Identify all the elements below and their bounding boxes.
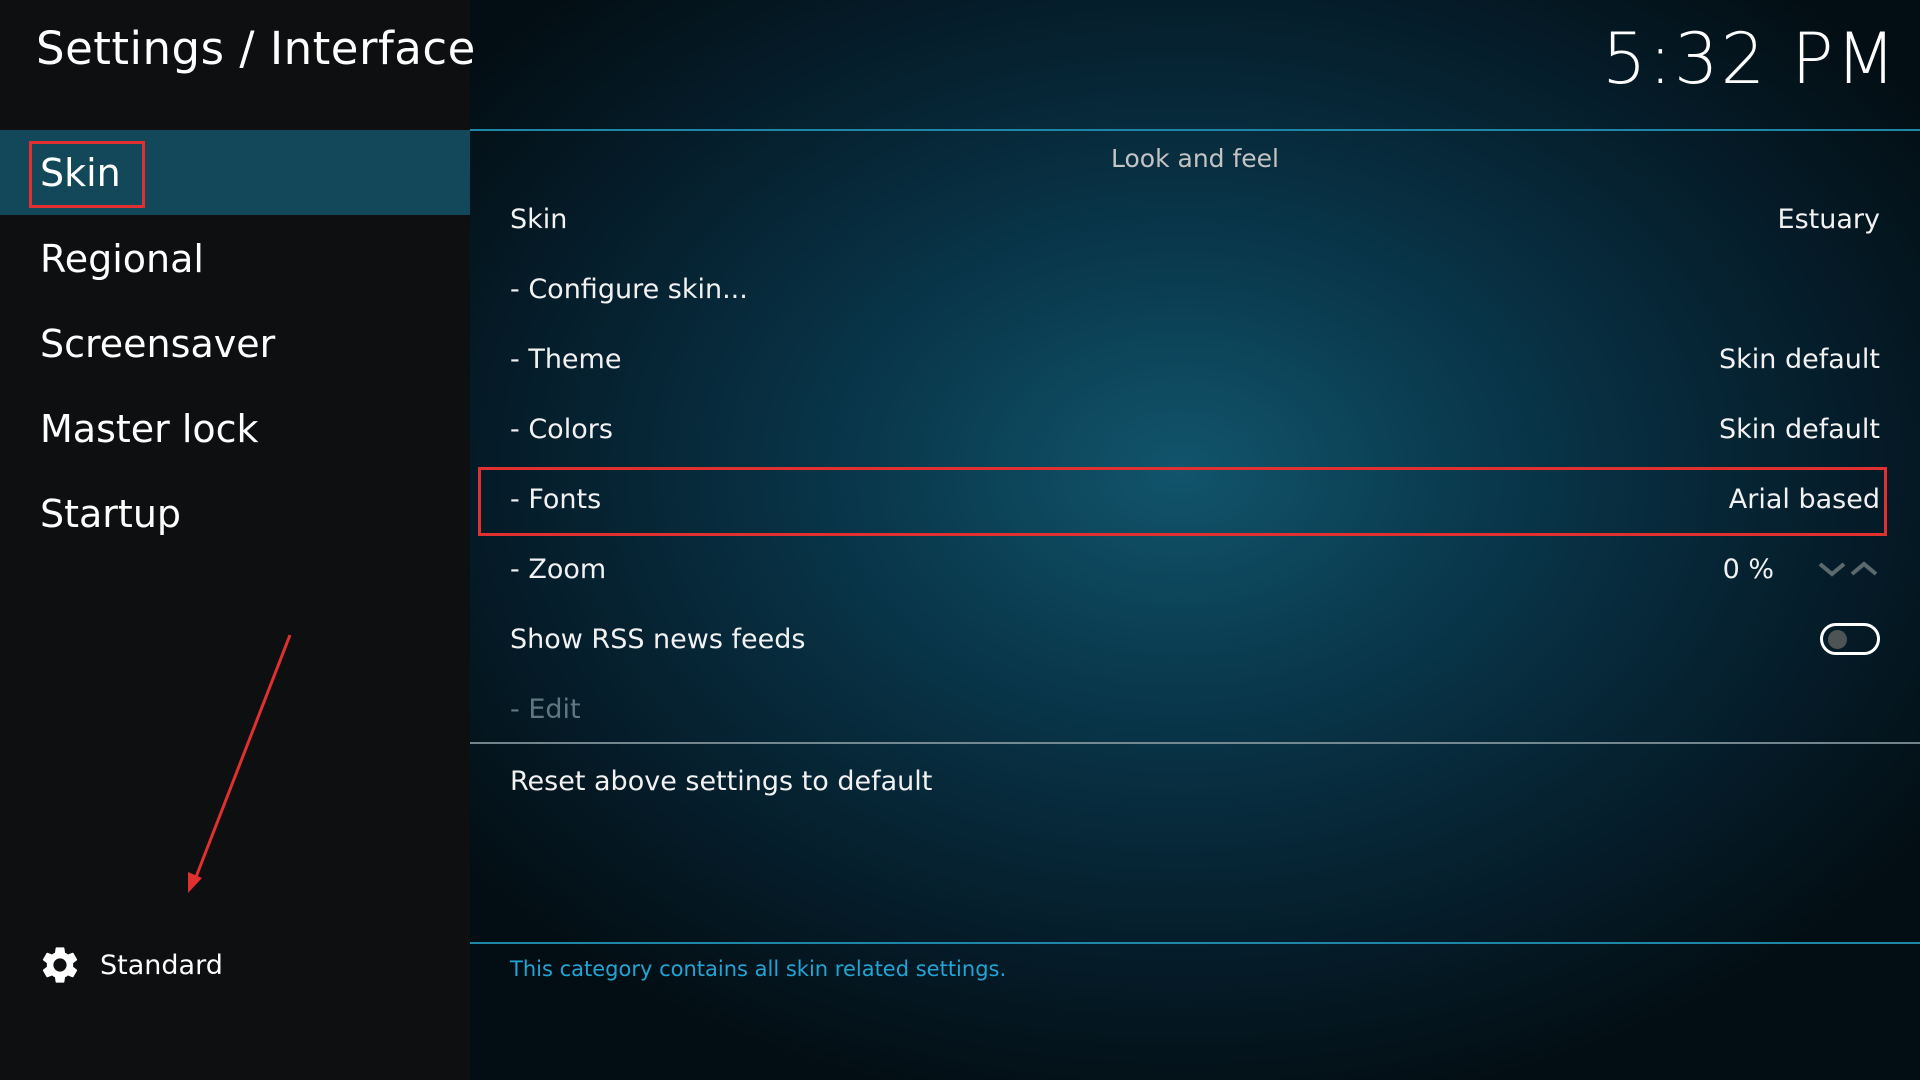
zoom-decrease-button[interactable] (1816, 557, 1848, 581)
setting-row-edit: - Edit (510, 675, 1880, 743)
setting-value: Skin default (1719, 343, 1880, 375)
setting-row-zoom[interactable]: - Zoom 0 % (510, 535, 1880, 603)
settings-level-button[interactable]: Standard (38, 940, 223, 990)
setting-label: Reset above settings to default (510, 765, 933, 797)
page-title: Settings / Interface (36, 22, 476, 75)
zoom-spinner (1816, 557, 1880, 581)
chevron-down-icon (1818, 562, 1846, 577)
rss-toggle[interactable] (1820, 623, 1880, 655)
sidebar-item-label: Master lock (40, 406, 259, 451)
setting-row-skin[interactable]: Skin Estuary (510, 185, 1880, 253)
setting-value: Estuary (1777, 203, 1880, 235)
setting-label: - Edit (510, 693, 581, 725)
sidebar: Settings / Interface Skin Regional Scree… (0, 0, 475, 1080)
divider (470, 129, 1920, 131)
setting-label: Show RSS news feeds (510, 623, 806, 655)
toggle-knob (1828, 630, 1847, 649)
setting-label: - Fonts (510, 483, 602, 515)
setting-label: - Theme (510, 343, 622, 375)
setting-row-configure-skin[interactable]: - Configure skin... (510, 255, 1880, 323)
sidebar-item-screensaver[interactable]: Screensaver (0, 301, 470, 386)
setting-row-fonts[interactable]: - Fonts Arial based (510, 465, 1880, 533)
sidebar-item-skin[interactable]: Skin (0, 130, 470, 215)
divider (470, 742, 1920, 744)
gear-icon (42, 947, 78, 983)
category-description: This category contains all skin related … (510, 957, 1007, 981)
setting-value: Arial based (1728, 483, 1880, 515)
sidebar-item-label: Screensaver (40, 321, 276, 366)
setting-label: - Configure skin... (510, 273, 748, 305)
setting-row-theme[interactable]: - Theme Skin default (510, 325, 1880, 393)
zoom-control: 0 % (1723, 554, 1880, 585)
chevron-up-icon (1850, 561, 1878, 576)
sidebar-item-label: Regional (40, 236, 204, 281)
setting-label: - Colors (510, 413, 613, 445)
sidebar-item-master-lock[interactable]: Master lock (0, 386, 470, 471)
setting-value: Skin default (1719, 413, 1880, 445)
setting-row-rss-feeds[interactable]: Show RSS news feeds (510, 605, 1880, 673)
sidebar-item-label: Skin (40, 150, 121, 195)
reset-settings-button[interactable]: Reset above settings to default (510, 747, 1880, 815)
setting-label: - Zoom (510, 553, 607, 585)
divider (470, 942, 1920, 944)
settings-panel: Look and feel Skin Estuary - Configure s… (470, 0, 1920, 1080)
sidebar-item-label: Startup (40, 491, 182, 536)
setting-row-colors[interactable]: - Colors Skin default (510, 395, 1880, 463)
zoom-increase-button[interactable] (1848, 557, 1880, 581)
setting-value: 0 % (1722, 553, 1774, 585)
sidebar-item-startup[interactable]: Startup (0, 471, 470, 556)
setting-label: Skin (510, 203, 568, 235)
settings-level-label: Standard (100, 949, 223, 981)
sidebar-item-regional[interactable]: Regional (0, 216, 470, 301)
group-title: Look and feel (1111, 144, 1279, 173)
